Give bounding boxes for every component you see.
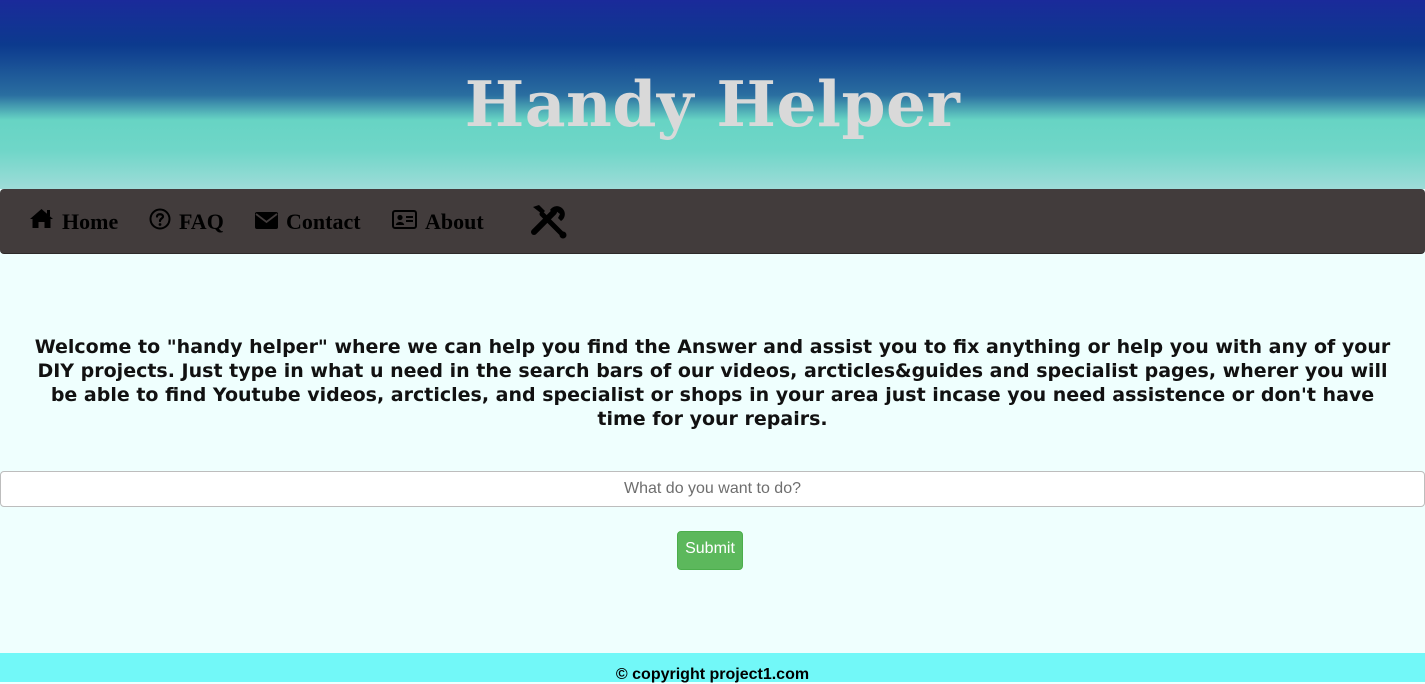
envelope-icon xyxy=(255,209,286,235)
nav-item-home[interactable]: Home xyxy=(29,189,118,254)
search-input[interactable] xyxy=(0,471,1425,507)
tools-icon xyxy=(530,202,570,244)
site-title: Handy Helper xyxy=(464,67,961,141)
site-footer: © copyright project1.com xyxy=(0,653,1425,683)
id-card-icon xyxy=(392,209,425,235)
copyright-text: © copyright project1.com xyxy=(615,666,810,683)
main-navbar: Home FAQ Contact About xyxy=(0,189,1425,254)
welcome-text: Welcome to "handy helper" where we can h… xyxy=(34,336,1391,430)
nav-item-label: About xyxy=(425,208,484,234)
nav-item-contact[interactable]: Contact xyxy=(255,189,361,254)
submit-button[interactable]: Submit xyxy=(677,531,743,570)
nav-item-label: Contact xyxy=(286,208,361,234)
question-circle-icon xyxy=(149,208,179,236)
nav-item-faq[interactable]: FAQ xyxy=(149,189,224,254)
home-icon xyxy=(29,208,62,235)
site-header: Handy Helper xyxy=(0,0,1425,189)
nav-item-about[interactable]: About xyxy=(392,189,484,254)
nav-item-label: Home xyxy=(62,208,119,234)
nav-item-label: FAQ xyxy=(179,208,224,234)
